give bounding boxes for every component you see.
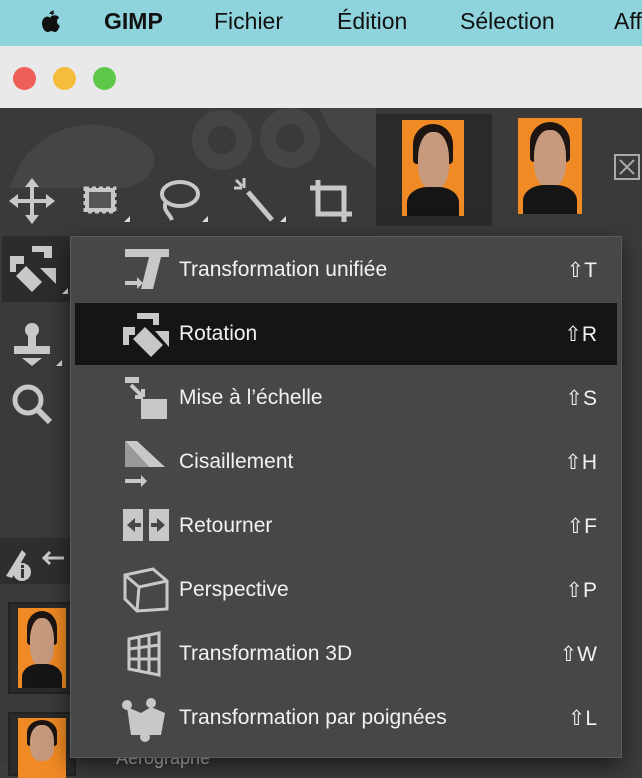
menu-item-handle-transform[interactable]: Transformation par poignées ⇧L bbox=[75, 687, 617, 749]
menubar-item-gimp[interactable]: GIMP bbox=[104, 8, 163, 35]
layer-thumbnail[interactable] bbox=[8, 712, 76, 778]
menu-item-3d-transform[interactable]: Transformation 3D ⇧W bbox=[75, 623, 617, 685]
transform-tools-group-icon[interactable] bbox=[2, 236, 70, 302]
window-titlebar bbox=[0, 46, 642, 109]
transform-3d-icon bbox=[127, 631, 161, 677]
move-tool-icon[interactable] bbox=[2, 170, 64, 232]
scale-icon bbox=[125, 377, 167, 419]
dock-tab-row bbox=[0, 538, 70, 584]
minimize-window-button[interactable] bbox=[53, 67, 76, 90]
fuzzy-select-tool-icon[interactable] bbox=[226, 170, 288, 232]
menu-item-scale[interactable]: Mise à l’échelle ⇧S bbox=[75, 367, 617, 429]
perspective-icon bbox=[123, 567, 169, 613]
menu-item-unified-transform[interactable]: Transformation unifiée ⇧T bbox=[75, 239, 617, 301]
tool-options-tab-icon[interactable] bbox=[0, 538, 70, 584]
lasso-tool-icon[interactable] bbox=[148, 170, 210, 232]
macos-menubar: GIMP Fichier Édition Sélection Aff bbox=[0, 0, 642, 46]
menubar-item-selection[interactable]: Sélection bbox=[460, 8, 555, 35]
images-panel bbox=[376, 108, 642, 234]
layer-thumbnail[interactable] bbox=[8, 602, 76, 694]
menubar-item-fichier[interactable]: Fichier bbox=[214, 8, 283, 35]
zoom-window-button[interactable] bbox=[93, 67, 116, 90]
layer-photo-image bbox=[18, 608, 66, 688]
rotate-icon bbox=[123, 313, 169, 357]
image-thumbnail-selected[interactable] bbox=[376, 114, 492, 226]
close-window-button[interactable] bbox=[13, 67, 36, 90]
close-image-icon[interactable] bbox=[614, 154, 640, 180]
image-thumbnail[interactable] bbox=[518, 118, 582, 214]
shear-icon bbox=[125, 441, 165, 487]
layer-photo-image bbox=[18, 718, 66, 778]
menubar-item-edition[interactable]: Édition bbox=[337, 8, 407, 35]
crop-tool-icon[interactable] bbox=[300, 170, 362, 232]
clone-tool-icon[interactable] bbox=[2, 314, 64, 376]
zoom-tool-icon[interactable] bbox=[2, 374, 64, 436]
menu-item-perspective[interactable]: Perspective ⇧P bbox=[75, 559, 617, 621]
transform-tools-menu: Transformation unifiée ⇧T Rotation ⇧R Mi… bbox=[70, 236, 622, 758]
handle-transform-icon bbox=[122, 698, 165, 742]
menubar-item-affichage[interactable]: Aff bbox=[614, 8, 642, 35]
menu-item-rotate[interactable]: Rotation ⇧R bbox=[75, 303, 617, 365]
unified-transform-icon bbox=[125, 249, 169, 289]
rect-select-tool-icon[interactable] bbox=[70, 170, 132, 232]
apple-menu-icon[interactable] bbox=[38, 8, 64, 42]
menu-item-shear[interactable]: Cisaillement ⇧H bbox=[75, 431, 617, 493]
flip-icon bbox=[123, 509, 169, 541]
menu-item-flip[interactable]: Retourner ⇧F bbox=[75, 495, 617, 557]
image-photo bbox=[402, 120, 464, 216]
